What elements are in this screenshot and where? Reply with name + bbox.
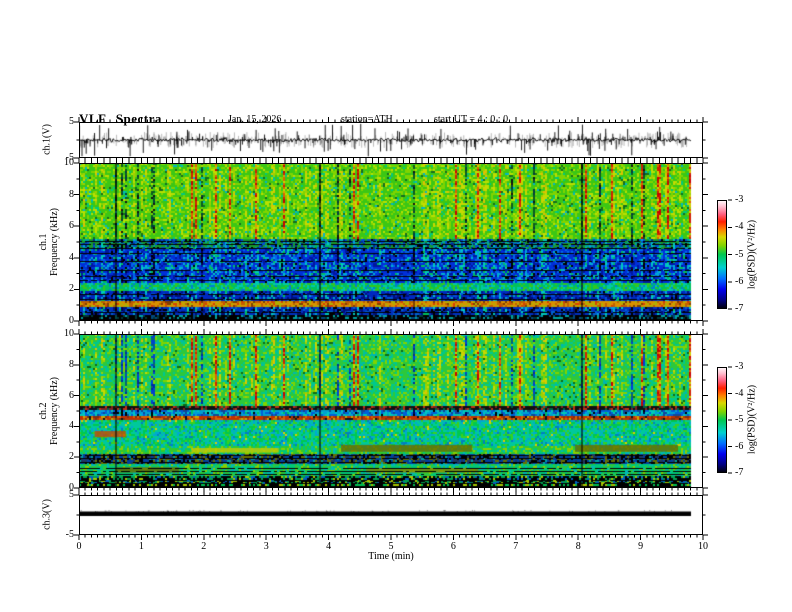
tick-label: 10 [64, 157, 74, 168]
tick-label: 6 [450, 541, 456, 552]
tick-label: 2 [69, 283, 74, 295]
tick-label: 4 [69, 251, 74, 263]
tick-label: -7 [735, 303, 744, 314]
tick-label: 0 [76, 541, 82, 552]
tick-label: 2 [69, 451, 74, 463]
tick-label: 10 [64, 328, 74, 339]
ch3-waveform-panel [79, 495, 703, 535]
tick-label: -5 [65, 529, 74, 540]
tick-label: 8 [69, 358, 74, 370]
tick-label: 4 [326, 541, 332, 552]
ch1-frequency-axis-label-line2: Frequency (kHz) [49, 207, 60, 277]
tick-label: 3 [263, 541, 269, 552]
ch2-frequency-axis-label-line2: Frequency (kHz) [49, 376, 60, 446]
tick-label: 2 [201, 541, 207, 552]
ch1-frequency-axis-label: ch.1 Frequency (kHz) [38, 187, 60, 297]
tick-label: -6 [735, 275, 744, 287]
ch2-frequency-axis-label-line1: ch.2 [38, 402, 49, 420]
tick-label: 8 [69, 188, 74, 200]
tick-label: 5 [69, 489, 74, 500]
ch2-colorbar [717, 367, 727, 473]
tick-label: 6 [69, 220, 74, 232]
vlf-spectra-figure: VLF Spectra Jan. 15, 2026 station=ATH st… [0, 0, 792, 612]
tick-label: -3 [735, 194, 744, 205]
tick-label: -4 [735, 221, 744, 233]
tick-label: 5 [69, 116, 74, 127]
tick-label: 8 [575, 541, 581, 552]
tick-label: 6 [69, 389, 74, 401]
ch1-spectrogram-panel [79, 163, 703, 321]
tick-label: -3 [735, 361, 744, 372]
ch1-waveform-panel [79, 122, 703, 158]
tick-label: 0 [69, 315, 74, 326]
ch2-frequency-axis-label: ch.2 Frequency (kHz) [38, 356, 60, 466]
tick-label: 5 [388, 541, 394, 552]
tick-label: 10 [698, 541, 708, 552]
tick-label: 7 [513, 541, 519, 552]
ch2-spectrogram-panel [79, 334, 703, 488]
tick-label: -7 [735, 467, 744, 478]
tick-label: -6 [735, 440, 744, 452]
tick-label: 9 [638, 541, 644, 552]
tick-label: 1 [138, 541, 144, 552]
tick-label: -5 [735, 248, 744, 260]
tick-label: -4 [735, 387, 744, 399]
tick-label: 4 [69, 420, 74, 432]
ch1-frequency-axis-label-line1: ch.1 [38, 233, 49, 251]
ch1-colorbar [717, 200, 727, 309]
tick-label: -5 [735, 414, 744, 425]
